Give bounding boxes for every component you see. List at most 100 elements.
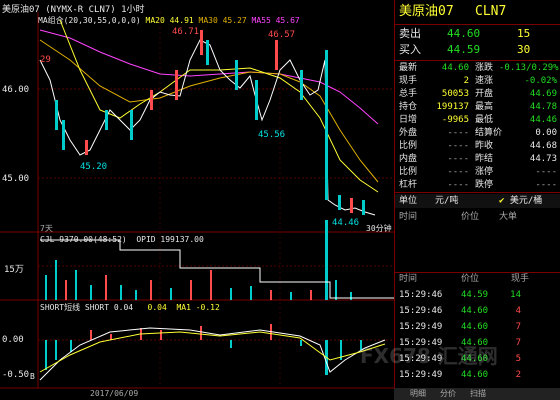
instrument-code: CLN7 xyxy=(475,4,507,19)
field-value-left: -9965 xyxy=(441,115,469,125)
field-label-right: 昨结 xyxy=(475,154,494,164)
short-y-neg: -0.50 xyxy=(2,370,30,380)
timeframe-label[interactable]: 30分钟 xyxy=(366,223,392,234)
field-label-right: 开盘 xyxy=(475,89,494,99)
ticks-header-2: 时间 价位 现手 xyxy=(395,272,560,286)
quote-field-row: 持仓 199137 最高 44.78 xyxy=(395,101,560,114)
short-bars xyxy=(45,324,362,375)
field-label-left: 持仓 xyxy=(399,102,418,112)
bottom-tabs: 明细 分价 扫描 xyxy=(394,388,560,400)
tick-price: 44.60 xyxy=(461,306,489,316)
field-value-right: 44.69 xyxy=(529,89,557,99)
marker-b: B xyxy=(30,372,35,381)
field-label-right: 速涨 xyxy=(475,76,494,86)
tick-row: 15:29:46 44.59 14 xyxy=(395,288,560,302)
col-vol: 现手 xyxy=(511,274,530,284)
short-value-2: 0.04 xyxy=(147,303,167,312)
quote-field-row: 比例 ---- 昨收 44.68 xyxy=(395,140,560,153)
ticks-header-1: 时间 价位 大单 xyxy=(395,210,560,224)
buy-label: 买入 xyxy=(399,43,421,56)
col-price-1: 价位 xyxy=(461,212,480,222)
tick-row: 15:29:49 44.60 2 xyxy=(395,368,560,382)
field-label-left: 比例 xyxy=(399,167,418,177)
field-value-left: 50053 xyxy=(441,89,469,99)
price-label-46: 46.00 xyxy=(2,85,30,95)
tick-time: 15:29:49 xyxy=(399,322,443,332)
annotation-low-2: 45.56 xyxy=(258,130,286,140)
tick-vol: 7 xyxy=(515,322,521,332)
short-value: SHORT 0.04 xyxy=(84,303,134,312)
left-marker: 29 xyxy=(40,55,51,65)
tick-row: 15:29:46 44.60 4 xyxy=(395,304,560,318)
field-value-left: 199137 xyxy=(436,102,469,112)
quote-header: 美原油07 CLN7 xyxy=(395,2,560,22)
field-label-left: 总手 xyxy=(399,89,418,99)
period-label: 7天 xyxy=(40,224,53,233)
field-value-right: 44.73 xyxy=(529,154,557,164)
field-label-left: 最新 xyxy=(399,63,418,73)
sell-vol: 15 xyxy=(517,27,531,40)
short-y-0: 0.00 xyxy=(2,335,24,345)
tab-detail[interactable]: 明细 xyxy=(410,388,426,400)
field-label-left: 日增 xyxy=(399,115,418,125)
field-label-right: 涨跌 xyxy=(475,63,494,73)
sell-label: 卖出 xyxy=(399,27,421,40)
field-value-right: -0.02% xyxy=(524,76,557,86)
annotation-low-1: 45.20 xyxy=(80,162,108,172)
field-label-right: 涨停 xyxy=(475,167,494,177)
opid-label: OPID 199137.00 xyxy=(136,235,204,244)
quote-field-row: 最新 44.60 涨跌 -0.13/0.29% xyxy=(395,62,560,75)
field-value-right: ---- xyxy=(535,167,557,177)
quote-field-row: 外盘 ---- 结算价 0.00 xyxy=(395,127,560,140)
tab-scan[interactable]: 扫描 xyxy=(470,388,486,400)
annotation-high-2: 46.57 xyxy=(268,30,296,40)
field-label-right: 最低 xyxy=(475,115,494,125)
tab-price[interactable]: 分价 xyxy=(440,388,456,400)
tick-row: 15:29:49 44.60 7 xyxy=(395,320,560,334)
tick-vol: 2 xyxy=(515,370,521,380)
annotation-high-1: 46.71 xyxy=(172,27,200,37)
chart-area[interactable]: 美原油07 (NYMX-R CLN7) 1小时 MA组合(20,30,55,0,… xyxy=(0,0,394,400)
volume-y-label: 15万 xyxy=(4,265,24,275)
field-label-left: 外盘 xyxy=(399,128,418,138)
tick-price: 44.59 xyxy=(461,290,489,300)
price-label-45: 45.00 xyxy=(2,174,30,184)
quote-field-row: 总手 50053 开盘 44.69 xyxy=(395,88,560,101)
quote-field-row: 现手 2 速涨 -0.02% xyxy=(395,75,560,88)
field-value-right: 44.68 xyxy=(529,141,557,151)
buy-price: 44.59 xyxy=(447,43,481,56)
short-name: SHORT短线 xyxy=(40,303,81,312)
col-time-1: 时间 xyxy=(399,212,418,222)
tick-price: 44.60 xyxy=(461,322,489,332)
tick-vol: 7 xyxy=(515,338,521,348)
sell-row: 卖出 44.60 15 xyxy=(395,26,560,42)
col-big: 大单 xyxy=(499,212,518,222)
field-label-left: 杠杆 xyxy=(399,180,418,190)
field-value-left: ---- xyxy=(447,128,469,138)
tick-time: 15:29:49 xyxy=(399,370,443,380)
short-legend: SHORT短线 SHORT 0.04 0.04 MA1 -0.12 xyxy=(40,302,220,313)
cjl-label: CJL 9370.00(48:52) xyxy=(40,235,127,244)
field-value-left: 44.60 xyxy=(441,63,469,73)
field-value-left: ---- xyxy=(447,167,469,177)
unit-option-1[interactable]: 元/吨 xyxy=(435,194,458,208)
field-value-right: 44.46 xyxy=(529,115,557,125)
unit-option-2[interactable]: ✔ 美元/桶 xyxy=(499,194,542,208)
field-value-right: 44.78 xyxy=(529,102,557,112)
check-icon: ✔ xyxy=(499,196,505,206)
candles xyxy=(55,30,365,215)
tick-price: 44.60 xyxy=(461,370,489,380)
col-time-2: 时间 xyxy=(399,274,418,284)
volume-legend: CJL 9370.00(48:52) OPID 199137.00 xyxy=(40,235,204,244)
chart-svg xyxy=(0,12,394,389)
unit-row: 单位 元/吨 ✔ 美元/桶 xyxy=(395,194,560,208)
tick-time: 15:29:46 xyxy=(399,306,443,316)
sell-price: 44.60 xyxy=(447,27,481,40)
instrument-name: 美原油07 xyxy=(399,4,454,19)
field-value-right: ---- xyxy=(535,180,557,190)
field-label-left: 比例 xyxy=(399,141,418,151)
field-value-left: ---- xyxy=(447,141,469,151)
field-label-right: 昨收 xyxy=(475,141,494,151)
field-value-right: 0.00 xyxy=(535,128,557,138)
field-label-right: 跌停 xyxy=(475,180,494,190)
